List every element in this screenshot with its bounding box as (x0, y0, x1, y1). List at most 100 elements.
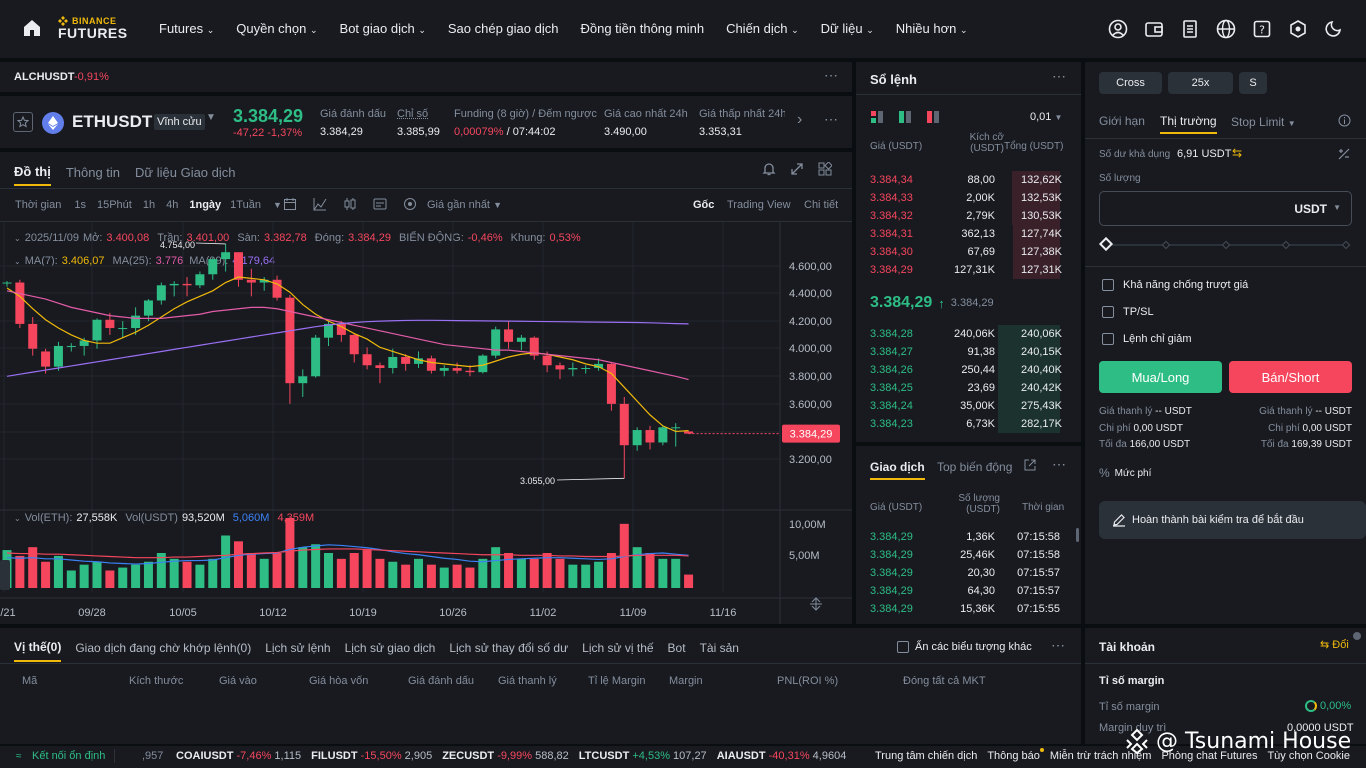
ticker-item[interactable]: FILUSDT -15,50% 2,905 (311, 750, 432, 762)
interval-1w[interactable]: 1Tuần (230, 199, 261, 211)
book-bids-icon[interactable] (899, 111, 911, 123)
nav-smart-money[interactable]: Đồng tiền thông minh (580, 21, 704, 36)
nav-bots[interactable]: Bot giao dịch ⌄ (340, 21, 426, 36)
ask-row[interactable]: 3.384,34 88,00 132,62K (856, 171, 1076, 189)
bid-row[interactable]: 3.384,24 35,00K 275,43K (856, 397, 1076, 415)
view-depth[interactable]: Chi tiết (804, 199, 838, 211)
reduce-only-checkbox[interactable]: Lệnh chỉ giảm (1102, 333, 1192, 345)
tab-market[interactable]: Thị trường (1160, 114, 1217, 134)
collapse-icon[interactable]: ⌄ (14, 514, 21, 523)
more-icon[interactable]: ⋯ (1052, 456, 1066, 473)
nav-copy-trading[interactable]: Sao chép giao dịch (448, 21, 559, 36)
fee-link[interactable]: % Mức phí (1099, 466, 1151, 480)
interval-1d[interactable]: 1ngày (189, 199, 221, 211)
ask-row[interactable]: 3.384,30 67,69 127,38K (856, 243, 1076, 261)
interval-4h[interactable]: 4h (166, 199, 178, 211)
tab-top-movers[interactable]: Top biến động (937, 460, 1012, 474)
switch-button[interactable]: ⇆ Đổi (1320, 638, 1349, 651)
transfer-icon[interactable]: ⇆ (1232, 146, 1242, 160)
candle-type-icon[interactable] (343, 197, 357, 211)
slider-tick[interactable] (1341, 240, 1351, 250)
view-tradingview[interactable]: Trading View (727, 199, 791, 211)
book-both-icon[interactable] (871, 111, 883, 123)
ticker-item[interactable]: AIAUSDT -40,31% 4,9604 (717, 750, 847, 762)
ask-row[interactable]: 3.384,32 2,79K 130,53K (856, 207, 1076, 225)
bid-row[interactable]: 3.384,28 240,06K 240,06K (856, 325, 1076, 343)
external-link-icon[interactable] (1024, 459, 1036, 471)
tick-size-select[interactable]: 0,01 ▼ (1030, 111, 1062, 123)
target-icon[interactable] (403, 197, 417, 211)
alert-bell-icon[interactable] (762, 162, 776, 176)
slider-tick[interactable] (1161, 240, 1171, 250)
tpsl-checkbox[interactable]: TP/SL (1102, 306, 1154, 318)
scroll-left-handle[interactable] (0, 560, 10, 590)
scroll-indicator[interactable] (1353, 632, 1361, 640)
interval-1h[interactable]: 1h (143, 199, 155, 211)
settings-hex-icon[interactable] (1288, 19, 1308, 39)
tab-info[interactable]: Thông tin (66, 165, 120, 185)
calculator-icon[interactable] (1338, 148, 1350, 160)
bid-row[interactable]: 3.384,23 6,73K 282,17K (856, 415, 1076, 433)
more-icon[interactable]: ⋯ (1052, 68, 1066, 85)
asset-mode-button[interactable]: S (1239, 72, 1267, 94)
hide-symbols-checkbox[interactable]: Ẩn các biểu tượng khác (897, 641, 1032, 653)
leverage-button[interactable]: 25x (1168, 72, 1233, 94)
margin-mode-button[interactable]: Cross (1099, 72, 1162, 94)
positions-tab[interactable]: Giao dịch đang chờ khớp lệnh(0) (75, 641, 251, 661)
nav-campaigns[interactable]: Chiến dịch ⌄ (726, 21, 799, 36)
ask-row[interactable]: 3.384,29 127,31K 127,31K (856, 261, 1076, 279)
help-icon[interactable]: ? (1252, 19, 1272, 39)
ticker-item[interactable]: COAIUSDT -7,46% 1,115 (176, 750, 301, 762)
scrollbar[interactable] (1076, 528, 1079, 542)
more-icon[interactable]: ⋯ (824, 67, 838, 84)
positions-tab[interactable]: Lịch sử thay đổi số dư (449, 641, 568, 661)
footer-link[interactable]: Thông báo (987, 750, 1040, 762)
layout-grid-icon[interactable] (818, 162, 832, 176)
info-icon[interactable] (1338, 114, 1351, 127)
interval-dropdown-icon[interactable]: ▼ (273, 200, 282, 210)
chevron-right-icon[interactable]: › (797, 111, 802, 129)
favorite-star-icon[interactable] (13, 112, 33, 132)
symbol-name[interactable]: ETHUSDT (72, 112, 152, 132)
more-icon[interactable]: ⋯ (824, 111, 838, 128)
positions-tab[interactable]: Bot (668, 641, 686, 661)
more-icon[interactable]: ⋯ (1051, 637, 1065, 654)
slider-tick[interactable] (1221, 240, 1231, 250)
sell-short-button[interactable]: Bán/Short (1229, 361, 1352, 393)
bid-row[interactable]: 3.384,26 250,44 240,40K (856, 361, 1076, 379)
index-price-label[interactable]: Chỉ số (397, 108, 428, 120)
ticker-item[interactable]: LTCUSDT +4,53% 107,27 (579, 750, 707, 762)
interval-15m[interactable]: 15Phút (97, 199, 132, 211)
reset-axis-icon[interactable] (810, 597, 822, 611)
price-type-select[interactable]: Giá gần nhất ▼ (427, 199, 502, 211)
tab-trading-data[interactable]: Dữ liệu Giao dịch (135, 165, 235, 185)
ticker-strip-symbol[interactable]: ALCHUSDT (14, 71, 75, 83)
indicator-icon[interactable] (313, 197, 327, 211)
quiz-banner[interactable]: Hoàn thành bài kiểm tra để bắt đầu (1099, 501, 1366, 539)
interval-1s[interactable]: 1s (74, 199, 86, 211)
symbol-dropdown-icon[interactable]: ▼ (206, 112, 216, 123)
ask-row[interactable]: 3.384,33 2,00K 132,53K (856, 189, 1076, 207)
view-original[interactable]: Gốc (693, 199, 714, 211)
nav-more[interactable]: Nhiều hơn ⌄ (896, 21, 968, 36)
quantity-unit[interactable]: USDT (1294, 202, 1327, 216)
quantity-input[interactable]: USDT ▼ (1099, 191, 1352, 226)
footer-link[interactable]: Trung tâm chiến dịch (875, 750, 977, 762)
unit-dropdown-icon[interactable]: ▼ (1333, 203, 1341, 212)
wallet-icon[interactable] (1144, 19, 1164, 39)
calendar-icon[interactable] (283, 197, 297, 211)
tab-chart[interactable]: Đồ thị (14, 164, 51, 186)
price-chart[interactable]: 4.600,00 4.400,00 4.200,00 4.000,00 3.800,00… (0, 222, 852, 624)
bid-row[interactable]: 3.384,25 23,69 240,42K (856, 379, 1076, 397)
user-icon[interactable] (1108, 19, 1128, 39)
slider-tick[interactable] (1281, 240, 1291, 250)
slider-handle[interactable] (1098, 236, 1114, 252)
slippage-checkbox[interactable]: Khả năng chống trượt giá (1102, 279, 1248, 291)
nav-options[interactable]: Quyền chọn ⌄ (236, 21, 317, 36)
positions-tab[interactable]: Lịch sử lệnh (265, 641, 330, 661)
book-asks-icon[interactable] (927, 111, 939, 123)
settings-sliders-icon[interactable] (373, 197, 387, 211)
ticker-item[interactable]: ZECUSDT -9,99% 588,82 (442, 750, 569, 762)
positions-tab[interactable]: Tài sản (700, 641, 739, 661)
positions-tab[interactable]: Vị thế(0) (14, 640, 62, 662)
